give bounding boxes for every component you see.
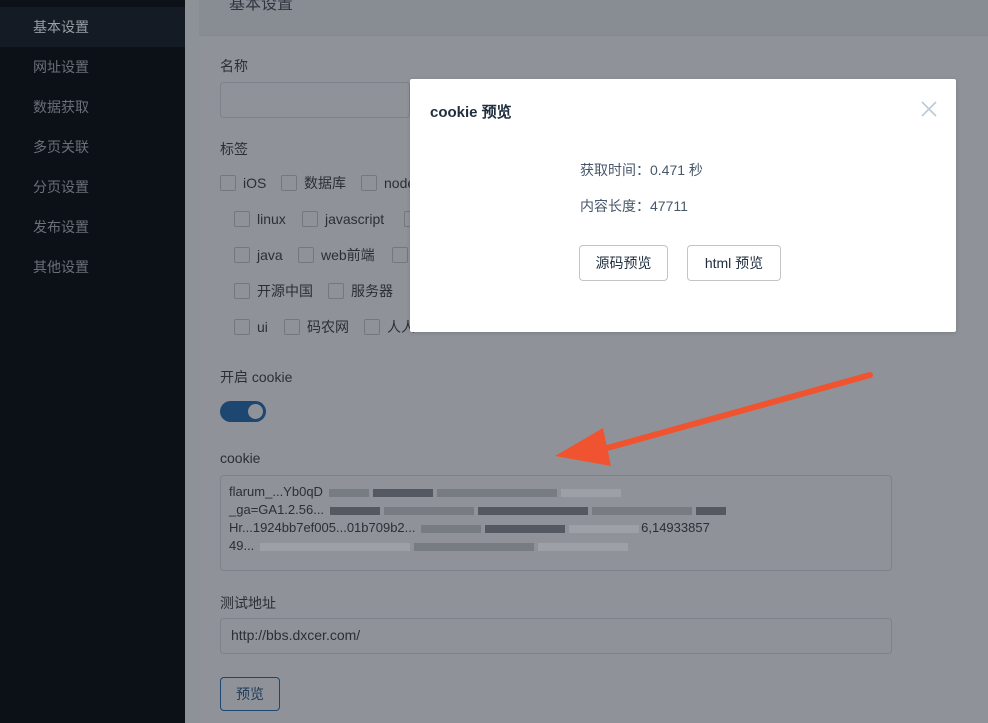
fetch-time-text: 获取时间：0.471 秒 [580, 162, 703, 178]
card-header: 基本设置 [199, 0, 988, 36]
name-label: 名称 [220, 58, 248, 74]
checkbox-box [392, 247, 408, 263]
cookie-label: cookie [220, 450, 261, 466]
sidebar-item-basic[interactable]: 基本设置 [0, 7, 185, 47]
cookie-line-3: Hr...1924bb7ef005...01b709b2... 6,149338… [229, 520, 710, 535]
tag-checkbox-ios[interactable]: iOS [220, 173, 266, 193]
cookie-preview-dialog: cookie 预览 获取时间：0.471 秒 内容长度：47711 源码预览 h… [410, 79, 956, 332]
tag-checkbox-ui[interactable]: ui [234, 317, 268, 337]
tag-checkbox-database[interactable]: 数据库 [281, 173, 346, 193]
checkbox-box [302, 211, 318, 227]
tag-checkbox-server[interactable]: 服务器 [328, 281, 393, 301]
dialog-title: cookie 预览 [430, 104, 512, 121]
sidebar-item-other[interactable]: 其他设置 [0, 247, 185, 287]
tag-checkbox-manong[interactable]: 码农网 [284, 317, 349, 337]
sidebar-item-url[interactable]: 网址设置 [0, 47, 185, 87]
test-url-input[interactable]: http://bbs.dxcer.com/ [220, 618, 892, 654]
checkbox-box [234, 211, 250, 227]
source-preview-button[interactable]: 源码预览 [579, 245, 668, 281]
test-url-value: http://bbs.dxcer.com/ [231, 627, 361, 643]
content-length-text: 内容长度：47711 [580, 198, 688, 214]
card-title: 基本设置 [229, 0, 294, 13]
tags-label: 标签 [220, 141, 248, 157]
html-preview-button[interactable]: html 预览 [687, 245, 781, 281]
cookie-line-4: 49... [229, 537, 883, 555]
cookie-toggle-switch[interactable] [220, 401, 266, 422]
checkbox-box [364, 319, 380, 335]
checkbox-box [328, 283, 344, 299]
toggle-knob [248, 404, 263, 419]
sidebar: 基本设置 网址设置 数据获取 多页关联 分页设置 发布设置 其他设置 [0, 0, 185, 723]
tag-checkbox-javascript[interactable]: javascript [302, 209, 384, 229]
checkbox-box [281, 175, 297, 191]
tag-checkbox-node[interactable]: node [361, 173, 415, 193]
name-input[interactable] [220, 82, 410, 118]
checkbox-box [234, 283, 250, 299]
close-icon[interactable] [920, 100, 938, 118]
checkbox-box [361, 175, 377, 191]
sidebar-item-multi-page[interactable]: 多页关联 [0, 127, 185, 167]
tag-checkbox-web-frontend[interactable]: web前端 [298, 245, 375, 265]
cookie-line-2: _ga=GA1.2.56... [229, 501, 883, 519]
checkbox-box [220, 175, 236, 191]
cookie-line-1: flarum_...Yb0qD [229, 483, 883, 501]
tag-checkbox-renren[interactable]: 人人 [364, 317, 415, 337]
test-url-label: 测试地址 [220, 595, 276, 611]
checkbox-box [298, 247, 314, 263]
tag-checkbox-linux[interactable]: linux [234, 209, 286, 229]
preview-button[interactable]: 预览 [220, 677, 280, 711]
sidebar-menu: 基本设置 网址设置 数据获取 多页关联 分页设置 发布设置 其他设置 [0, 0, 185, 287]
sidebar-item-publish[interactable]: 发布设置 [0, 207, 185, 247]
checkbox-box [234, 247, 250, 263]
checkbox-box [284, 319, 300, 335]
tag-checkbox-java[interactable]: java [234, 245, 283, 265]
cookie-toggle-label: 开启 cookie [220, 369, 293, 385]
sidebar-item-data-fetch[interactable]: 数据获取 [0, 87, 185, 127]
sidebar-item-pagination[interactable]: 分页设置 [0, 167, 185, 207]
cookie-textarea[interactable]: flarum_...Yb0qD _ga=GA1.2.56... Hr...192… [220, 475, 892, 571]
tag-checkbox-oschina[interactable]: 开源中国 [234, 281, 313, 301]
checkbox-box [234, 319, 250, 335]
